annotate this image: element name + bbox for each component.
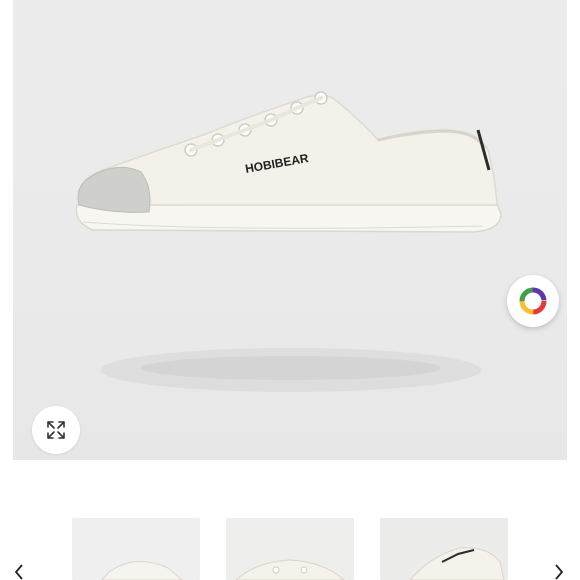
thumbnail-item[interactable]	[72, 518, 200, 580]
color-wheel-icon	[519, 287, 547, 315]
thumbnail-item[interactable]	[226, 518, 354, 580]
chevron-left-icon	[14, 563, 23, 580]
chevron-right-icon	[555, 563, 564, 580]
thumbnail-strip	[0, 460, 580, 580]
thumbnail-item[interactable]	[380, 518, 508, 580]
product-image: HOBIBEAR	[75, 91, 502, 392]
expand-arrows-icon	[47, 421, 65, 439]
product-image-viewer[interactable]: HOBIBEAR	[13, 0, 567, 460]
thumbnail-next-button[interactable]	[552, 563, 566, 580]
ar-view-button[interactable]	[507, 275, 559, 327]
thumbnail-prev-button[interactable]	[12, 563, 26, 580]
expand-image-button[interactable]	[32, 406, 80, 454]
